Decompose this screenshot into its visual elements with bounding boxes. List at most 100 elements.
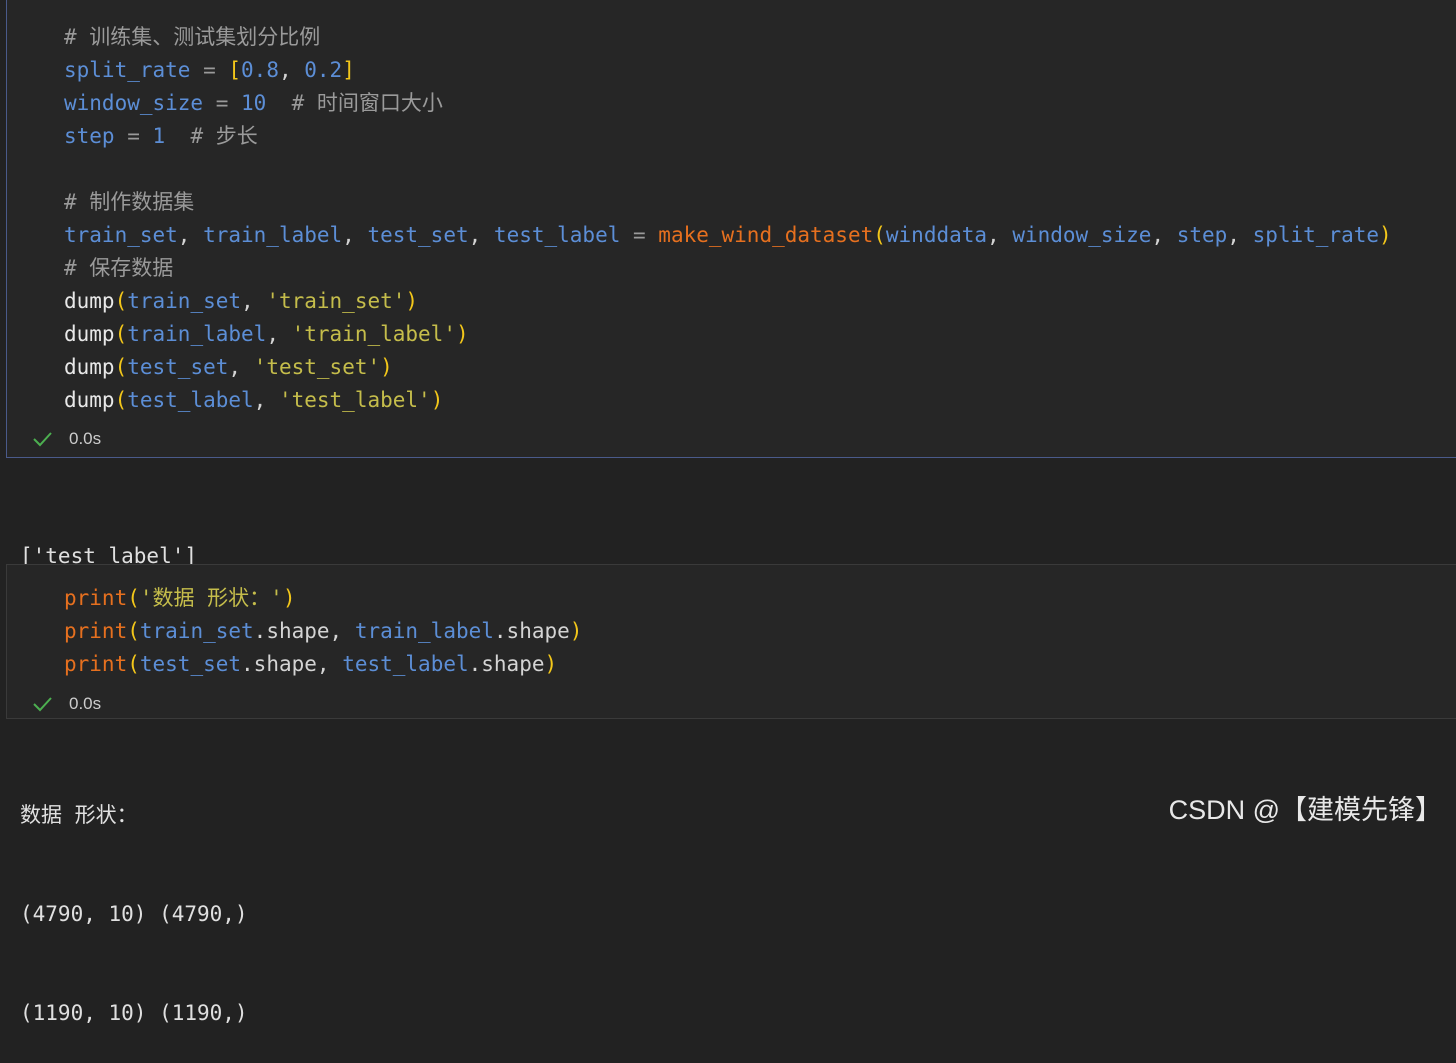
code-token: ,: [228, 355, 254, 379]
code-token: (: [114, 289, 128, 313]
code-token: ,: [468, 223, 494, 247]
code-token: 'test_set': [253, 355, 381, 379]
code-token: (: [873, 223, 886, 247]
code-token: ,: [987, 223, 1013, 247]
code-token: ]: [342, 58, 355, 82]
code-cell-2[interactable]: print('数据 形状：') print(train_set.shape, tr…: [6, 564, 1456, 719]
code-token: ): [455, 322, 469, 346]
code-token: train_label: [354, 619, 494, 643]
code-token: # 时间窗口大小: [266, 91, 443, 115]
code-token: dump: [64, 289, 115, 313]
code-token: ,: [241, 289, 267, 313]
code-editor-2[interactable]: print('数据 形状：') print(train_set.shape, tr…: [64, 582, 582, 681]
code-line: print('数据 形状：'): [64, 582, 582, 615]
code-line: window_size = 10 # 时间窗口大小: [64, 87, 1392, 120]
code-token: ): [1379, 223, 1392, 247]
code-token: ): [544, 652, 558, 676]
code-token: 'train_set': [266, 289, 406, 313]
code-token: train_set: [127, 289, 242, 313]
code-token: test_label: [342, 652, 469, 676]
code-token: ): [380, 355, 393, 379]
code-line: dump(test_label, 'test_label'): [64, 384, 1392, 417]
cell-output-2: 数据 形状： (4790, 10) (4790,) (1190, 10) (11…: [20, 733, 248, 1063]
code-token: test_label: [493, 223, 621, 247]
output-line: (4790, 10) (4790,): [20, 902, 248, 926]
check-icon: [33, 697, 52, 712]
code-token: test_set: [127, 355, 229, 379]
code-token: (: [114, 322, 128, 346]
code-line: dump(test_set, 'test_set'): [64, 351, 1392, 384]
code-line: # 训练集、测试集划分比例: [64, 21, 1392, 54]
code-token: (: [114, 355, 128, 379]
code-token: (: [127, 619, 140, 643]
code-editor-1[interactable]: # 训练集、测试集划分比例 split_rate = [0.8, 0.2] wind…: [64, 21, 1392, 417]
output-line: 数据 形状：: [20, 803, 138, 827]
output-line: (1190, 10) (1190,): [20, 1001, 248, 1025]
code-token: .shape: [253, 619, 330, 643]
code-token: train_label: [203, 223, 343, 247]
code-token: # 训练集、测试集划分比例: [64, 25, 321, 49]
code-line: dump(train_set, 'train_set'): [64, 285, 1392, 318]
code-token: 'train_label': [291, 322, 456, 346]
code-token: ,: [177, 223, 204, 247]
code-token: ,: [342, 223, 368, 247]
code-token: =: [620, 223, 659, 247]
code-token: '数据 形状：': [139, 586, 283, 610]
code-token: dump: [64, 388, 115, 412]
cell-status-1: 0.0s: [31, 427, 101, 451]
code-token: split_rate: [64, 58, 191, 82]
code-line: train_set, train_label, test_set, test_l…: [64, 219, 1392, 252]
check-icon: [33, 432, 52, 447]
code-token: ,: [1151, 223, 1177, 247]
code-token: print: [64, 652, 128, 676]
code-token: ,: [278, 58, 305, 82]
code-token: step: [1176, 223, 1228, 247]
code-token: ): [430, 388, 444, 412]
code-token: 10: [241, 91, 267, 115]
code-token: ,: [329, 619, 355, 643]
code-line: step = 1 # 步长: [64, 120, 1392, 153]
code-token: test_set: [367, 223, 469, 247]
code-token: ): [282, 586, 296, 610]
code-line: print(test_set.shape, test_label.shape): [64, 648, 582, 681]
code-line: # 制作数据集: [64, 186, 1392, 219]
code-token: ,: [253, 388, 279, 412]
code-token: ,: [316, 652, 343, 676]
code-token: window_size: [1012, 223, 1152, 247]
code-token: 1: [152, 124, 166, 148]
code-token: 0.8: [241, 58, 279, 82]
code-cell-1[interactable]: # 训练集、测试集划分比例 split_rate = [0.8, 0.2] wind…: [6, 0, 1456, 458]
code-token: # 制作数据集: [64, 190, 195, 214]
code-token: test_set: [139, 652, 242, 676]
code-token: (: [127, 652, 140, 676]
code-token: train_set: [64, 223, 178, 247]
code-token: ): [405, 289, 419, 313]
code-token: split_rate: [1252, 223, 1380, 247]
code-token: =: [190, 58, 229, 82]
code-token: print: [64, 619, 128, 643]
code-token: =: [114, 124, 153, 148]
code-token: 0.2: [304, 58, 343, 82]
cell-status-2: 0.0s: [31, 692, 101, 716]
exec-time-2: 0.0s: [69, 694, 102, 713]
code-token: (: [127, 586, 140, 610]
code-token: train_label: [127, 322, 267, 346]
code-token: ,: [266, 322, 292, 346]
code-token: winddata: [885, 223, 988, 247]
code-token: .shape: [468, 652, 545, 676]
code-token: dump: [64, 322, 115, 346]
code-token: (: [114, 388, 128, 412]
code-token: make_wind_dataset: [658, 223, 874, 247]
code-token: train_set: [139, 619, 254, 643]
code-token: window_size: [64, 91, 204, 115]
code-token: .shape: [493, 619, 570, 643]
code-token: ): [569, 619, 583, 643]
code-line: split_rate = [0.8, 0.2]: [64, 54, 1392, 87]
code-token: # 保存数据: [64, 256, 174, 280]
code-token: ,: [1227, 223, 1253, 247]
code-token: dump: [64, 355, 115, 379]
code-line: print(train_set.shape, train_label.shape…: [64, 615, 582, 648]
code-token: =: [203, 91, 242, 115]
code-line: # 保存数据: [64, 252, 1392, 285]
